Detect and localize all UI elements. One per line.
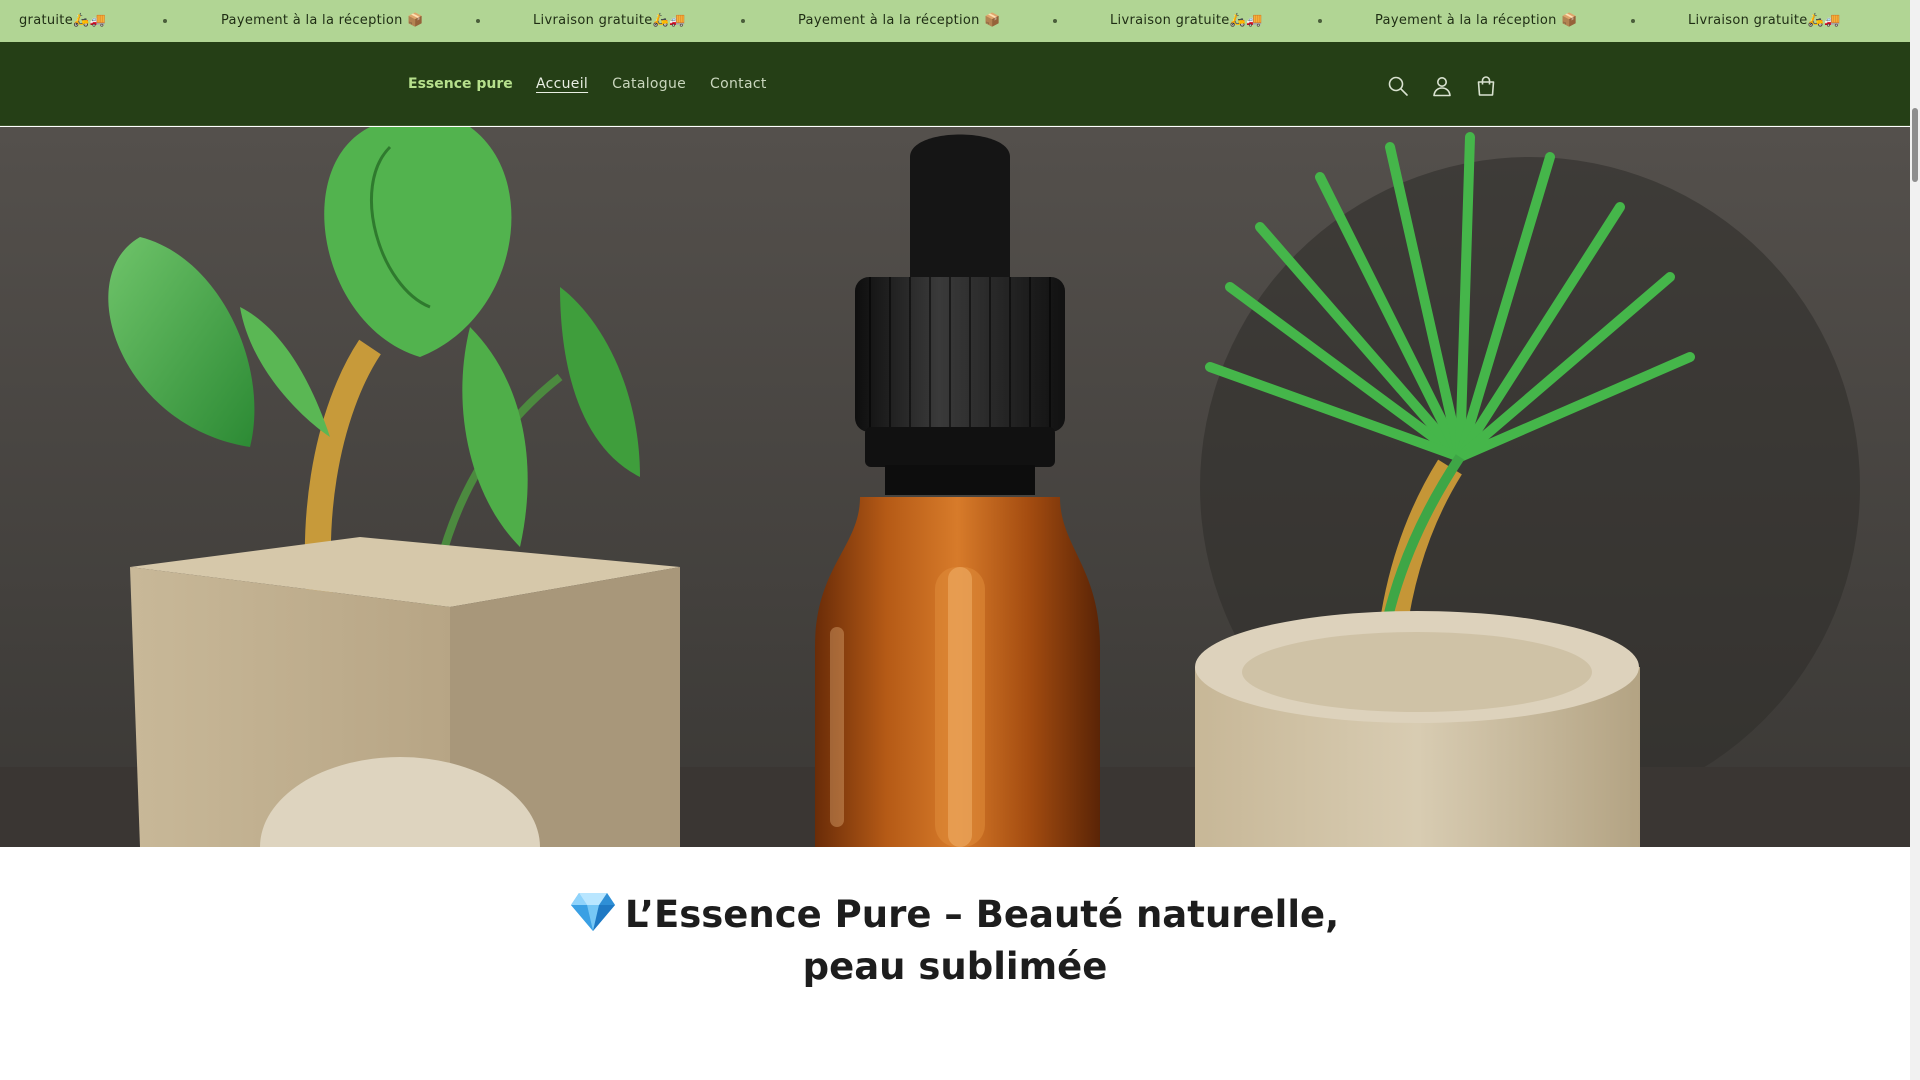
hero-banner: [0, 127, 1910, 847]
announcement-bar: gratuite🛵🚚 Payement à la la réception 📦 …: [0, 0, 1910, 42]
cart-icon: [1477, 76, 1495, 96]
nav-link-catalogue[interactable]: Catalogue: [600, 74, 698, 94]
nav-link-accueil[interactable]: Accueil: [524, 74, 600, 94]
announcement-item: Payement à la la réception 📦: [798, 13, 1001, 28]
intro-heading: L’Essence Pure – Beauté naturelle, peau …: [0, 889, 1910, 993]
scrollbar-thumb[interactable]: [1912, 108, 1918, 182]
account-button[interactable]: [1424, 68, 1460, 104]
announcement-item: Payement à la la réception 📦: [221, 13, 424, 28]
nav-link-contact[interactable]: Contact: [698, 74, 779, 94]
announcement-separator: [1053, 19, 1057, 23]
gem-icon: [570, 893, 615, 931]
store-logo[interactable]: Essence pure: [408, 76, 513, 92]
intro-heading-text-1: L’Essence Pure – Beauté naturelle,: [624, 893, 1340, 936]
header-icons: [1380, 68, 1504, 104]
announcement-separator: [163, 19, 167, 23]
announcement-item: Livraison gratuite🛵🚚: [1110, 13, 1263, 28]
announcement-separator: [1318, 19, 1322, 23]
intro-heading-line-2: peau sublimée: [802, 945, 1108, 988]
account-icon: [1433, 77, 1451, 97]
search-button[interactable]: [1380, 68, 1416, 104]
announcement-item: Livraison gratuite🛵🚚: [533, 13, 686, 28]
announcement-separator: [741, 19, 745, 23]
announcement-item: Payement à la la réception 📦: [1375, 13, 1578, 28]
intro-heading-line-1: L’Essence Pure – Beauté naturelle,: [0, 889, 1910, 941]
hero-image: [0, 127, 1910, 847]
page-scrollbar[interactable]: [1910, 0, 1920, 1080]
announcement-item: Livraison gratuite🛵🚚: [1688, 13, 1841, 28]
announcement-item: gratuite🛵🚚: [19, 13, 106, 28]
announcement-separator: [1631, 19, 1635, 23]
search-icon: [1388, 76, 1408, 96]
site-header: Essence pure Accueil Catalogue Contact: [0, 42, 1910, 126]
announcement-separator: [476, 19, 480, 23]
intro-section: L’Essence Pure – Beauté naturelle, peau …: [0, 847, 1910, 1080]
main-nav: Accueil Catalogue Contact: [524, 74, 779, 94]
page: gratuite🛵🚚 Payement à la la réception 📦 …: [0, 0, 1920, 1080]
cart-button[interactable]: [1468, 68, 1504, 104]
